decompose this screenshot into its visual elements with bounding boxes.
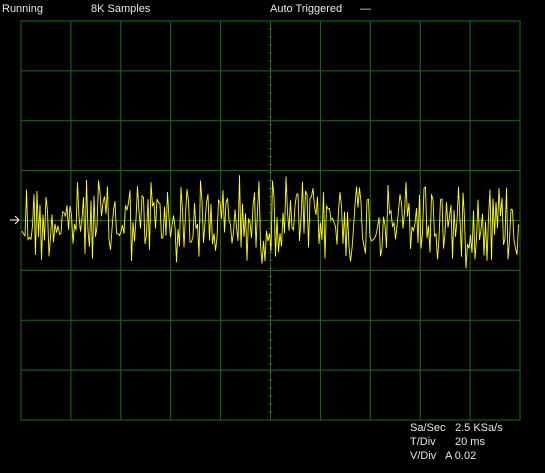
time-div-value: 20 ms (455, 436, 485, 448)
scope-display[interactable] (0, 0, 545, 473)
run-state-label: Running (2, 3, 43, 15)
sample-rate-label: Sa/Sec (410, 422, 446, 434)
volt-div-value: A 0.02 (445, 450, 477, 462)
sample-rate-value: 2.5 KSa/s (455, 422, 503, 434)
right-arrow-icon (10, 215, 20, 225)
trigger-status-label: Auto Triggered (270, 3, 343, 15)
graticule (20, 20, 521, 421)
time-div-label: T/Div (410, 436, 436, 448)
volt-div-label: V/Div (410, 450, 437, 462)
sample-count-label: 8K Samples (91, 3, 151, 15)
trigger-indicator: — (360, 3, 371, 15)
